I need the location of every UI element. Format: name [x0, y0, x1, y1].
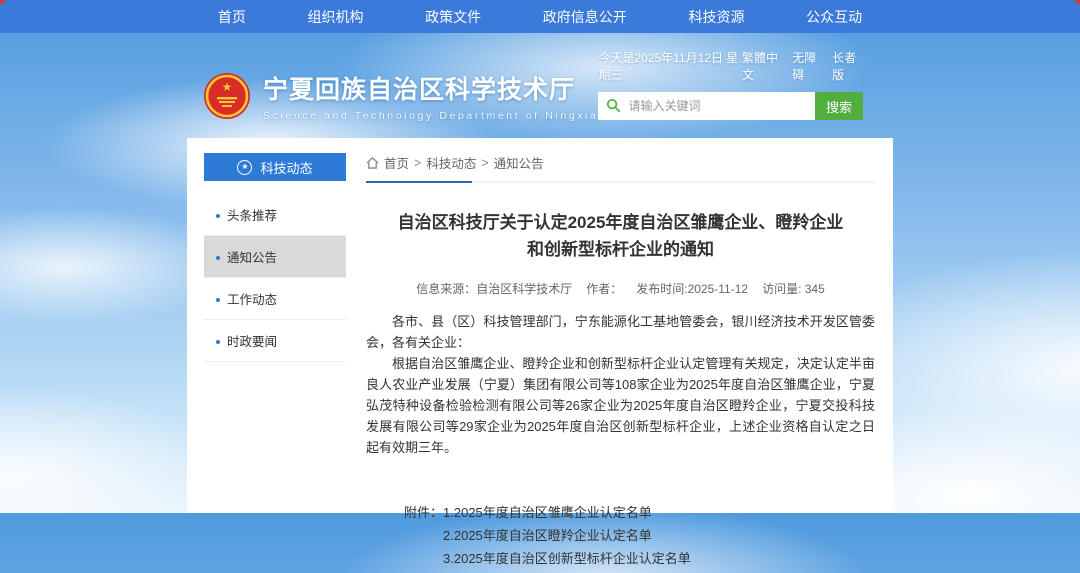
article-title-line1: 自治区科技厅关于认定2025年度自治区雏鹰企业、瞪羚企业 [366, 209, 875, 236]
sidebar: ★ 科技动态 头条推荐 通知公告 工作动态 时政要闻 [204, 153, 346, 513]
link-senior-version[interactable]: 长者版 [832, 49, 863, 83]
current-date: 今天是2025年11月12日 星期三 [598, 49, 742, 83]
nav-item-public-interaction[interactable]: 公众互动 [806, 7, 862, 27]
link-traditional-chinese[interactable]: 繁體中文 [742, 49, 783, 83]
nav-item-organization[interactable]: 组织机构 [307, 7, 363, 27]
sidebar-item-notices[interactable]: 通知公告 [204, 236, 346, 278]
breadcrumb-separator: > [481, 156, 488, 170]
star-circle-icon: ★ [237, 160, 252, 175]
search-input[interactable] [598, 92, 815, 120]
article-content: 首页 > 科技动态 > 通知公告 自治区科技厅关于认定2025年度自治区雏鹰企业… [366, 153, 875, 513]
home-icon [366, 157, 379, 169]
sidebar-title: 科技动态 [260, 158, 312, 177]
sidebar-item-headlines[interactable]: 头条推荐 [204, 194, 346, 236]
meta-author: 作者： [586, 282, 622, 296]
meta-views: 访问量: 345 [762, 282, 825, 296]
article-title: 自治区科技厅关于认定2025年度自治区雏鹰企业、瞪羚企业 和创新型标杆企业的通知 [366, 209, 875, 263]
sidebar-header: ★ 科技动态 [204, 153, 346, 181]
article-paragraph: 根据自治区雏鹰企业、瞪羚企业和创新型标杆企业认定管理有关规定，决定认定半亩良人农… [366, 353, 875, 458]
article-meta: 信息来源：自治区科学技术厅作者： 发布时间:2025-11-12 访问量: 345 [366, 280, 875, 297]
meta-source: 信息来源：自治区科学技术厅 [416, 282, 572, 296]
bullet-icon [216, 214, 220, 218]
bullet-icon [216, 256, 220, 260]
attachment-link-3[interactable]: 3.2025年度自治区创新型标杆企业认定名单 [443, 550, 691, 567]
breadcrumb-sci-news[interactable]: 科技动态 [426, 153, 476, 172]
site-header: ★ 宁夏回族自治区科学技术厅 Science and Technology De… [187, 33, 893, 138]
nav-item-gov-info[interactable]: 政府信息公开 [543, 7, 627, 27]
sidebar-item-current-politics[interactable]: 时政要闻 [204, 320, 346, 362]
sidebar-item-work-news[interactable]: 工作动态 [204, 278, 346, 320]
breadcrumb-home[interactable]: 首页 [384, 153, 409, 172]
nav-item-sci-resources[interactable]: 科技资源 [688, 7, 744, 27]
link-accessibility[interactable]: 无障碍 [792, 49, 823, 83]
site-subtitle: Science and Technology Department of Nin… [263, 110, 598, 122]
attachments: 附件： 1.2025年度自治区雏鹰企业认定名单 2.2025年度自治区瞪羚企业认… [404, 504, 875, 573]
breadcrumb: 首页 > 科技动态 > 通知公告 [366, 153, 875, 183]
national-emblem-icon: ★ [203, 72, 251, 120]
meta-publish-time: 发布时间:2025-11-12 [636, 282, 748, 296]
site-brand[interactable]: ★ 宁夏回族自治区科学技术厅 Science and Technology De… [203, 53, 598, 138]
search-icon [606, 98, 621, 113]
article-paragraph: 各市、县（区）科技管理部门，宁东能源化工基地管委会，银川经济技术开发区管委会，各… [366, 311, 875, 353]
site-title: 宁夏回族自治区科学技术厅 [263, 70, 598, 106]
breadcrumb-notices[interactable]: 通知公告 [494, 153, 544, 172]
top-navigation: 首页 组织机构 政策文件 政府信息公开 科技资源 公众互动 [0, 0, 1080, 33]
breadcrumb-separator: > [414, 156, 421, 170]
main-panel: ★ 科技动态 头条推荐 通知公告 工作动态 时政要闻 首页 > [187, 138, 893, 513]
bullet-icon [216, 340, 220, 344]
attachment-link-2[interactable]: 2.2025年度自治区瞪羚企业认定名单 [443, 527, 691, 544]
article-body: 各市、县（区）科技管理部门，宁东能源化工基地管委会，银川经济技术开发区管委会，各… [366, 311, 875, 458]
search-button[interactable]: 搜索 [815, 92, 863, 120]
attachments-label: 附件： [404, 504, 443, 573]
nav-item-policy[interactable]: 政策文件 [425, 7, 481, 27]
article-title-line2: 和创新型标杆企业的通知 [366, 236, 875, 263]
nav-item-home[interactable]: 首页 [218, 7, 246, 27]
svg-text:★: ★ [222, 80, 233, 94]
bullet-icon [216, 298, 220, 302]
